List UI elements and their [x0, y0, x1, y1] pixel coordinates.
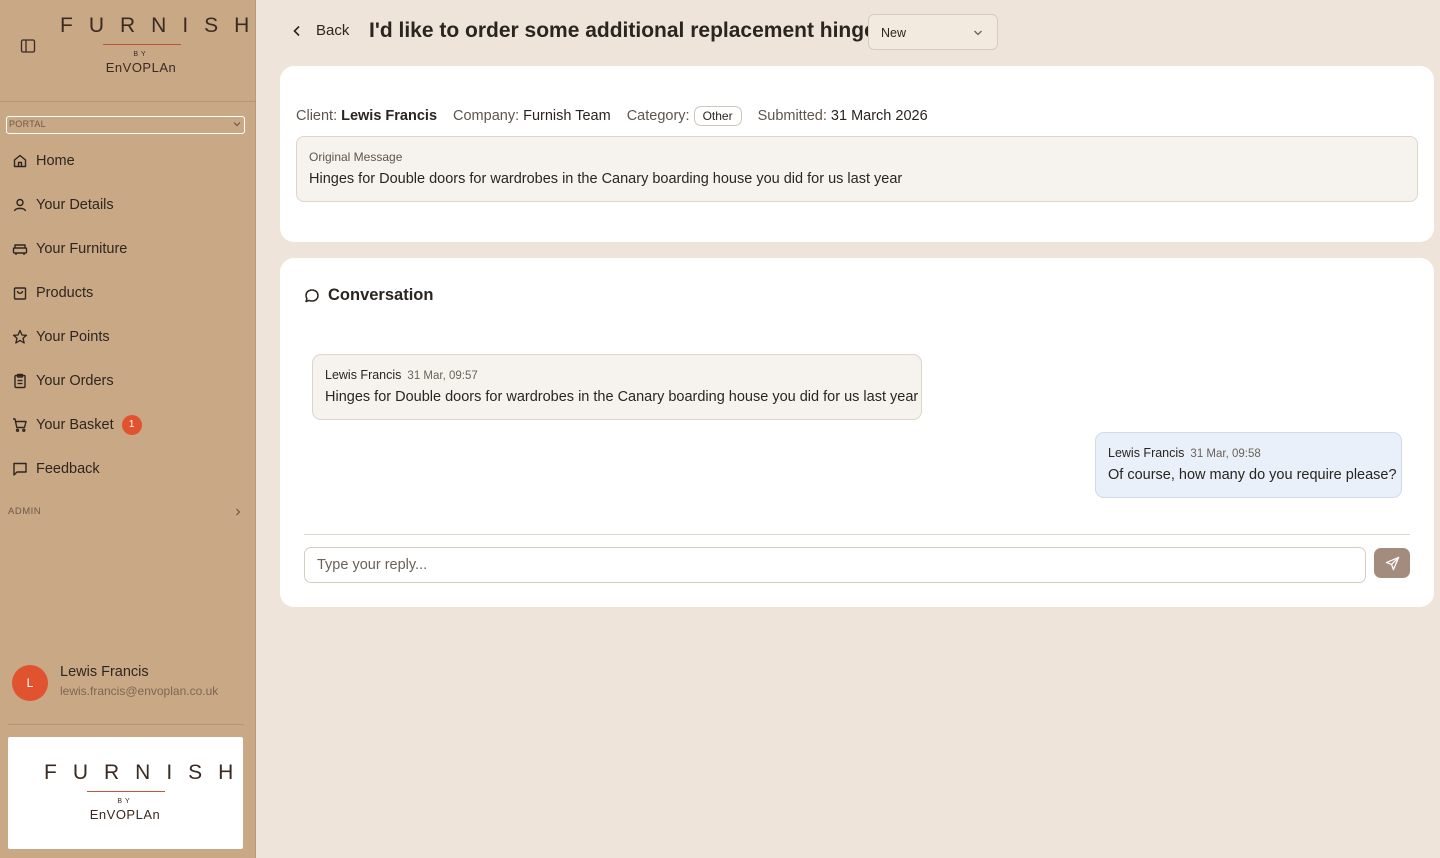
request-meta: Client: Lewis Francis Company: Furnish T… — [296, 106, 928, 126]
sidebar-item-feedback[interactable]: Feedback — [0, 447, 256, 491]
sidebar-item-your-basket[interactable]: Your Basket 1 — [0, 403, 256, 447]
submitted-label: Submitted: — [757, 108, 827, 124]
user-email: lewis.francis@envoplan.co.uk — [60, 684, 219, 698]
conversation-title: Conversation — [328, 286, 434, 304]
chevron-down-icon — [974, 30, 982, 36]
cart-icon — [13, 418, 27, 433]
brand-wordmark: FURNISH — [44, 761, 250, 784]
message-text: Of course, how many do you require pleas… — [1108, 467, 1397, 483]
message-bubble: Lewis Francis 31 Mar, 09:58 Of course, ho… — [1095, 432, 1402, 498]
user-name: Lewis Francis — [60, 664, 149, 680]
brand-logo: FURNISH BY EnVOPLAn — [34, 761, 250, 825]
sidebar-divider — [0, 101, 256, 102]
avatar: L — [12, 665, 48, 701]
sidebar-item-label: Home — [36, 153, 75, 169]
admin-section-toggle[interactable]: ADMIN — [8, 506, 244, 520]
message-time: 31 Mar, 09:57 — [407, 370, 478, 382]
conversation-divider — [304, 534, 1410, 535]
category-badge: Other — [693, 106, 742, 126]
request-details-card: Client: Lewis Francis Company: Furnish T… — [280, 66, 1434, 242]
brand-wordmark: FURNISH — [60, 14, 266, 37]
chevron-down-icon — [233, 122, 241, 127]
message-square-icon — [13, 462, 27, 476]
admin-label: ADMIN — [8, 506, 42, 517]
brand-logo[interactable]: FURNISH BY EnVOPLAn — [50, 14, 266, 78]
submitted-value: 31 March 2026 — [830, 108, 928, 124]
original-message-label: Original Message — [309, 150, 403, 164]
message-meta: Lewis Francis 31 Mar, 09:58 — [1108, 446, 1261, 460]
sidebar-item-your-points[interactable]: Your Points — [0, 315, 256, 359]
send-button[interactable] — [1374, 548, 1410, 578]
message-time: 31 Mar, 09:58 — [1190, 448, 1261, 460]
chevron-left-icon — [293, 25, 300, 36]
sidebar-item-label: Your Orders — [36, 373, 114, 389]
original-message-text: Hinges for Double doors for wardrobes in… — [309, 171, 903, 187]
brand-logo-card: FURNISH BY EnVOPLAn — [8, 737, 243, 849]
conversation-header: Conversation — [304, 286, 433, 305]
brand-by: BY — [117, 798, 133, 805]
conversation-card: Conversation Lewis Francis 31 Mar, 09:57 … — [280, 258, 1434, 607]
status-select-value: New — [881, 26, 907, 40]
client-label: Client: — [296, 108, 338, 124]
portal-select[interactable]: PORTAL — [6, 116, 245, 134]
brand-divider — [103, 44, 181, 45]
send-icon — [1385, 556, 1399, 570]
brand-sub: EnVOPLAn — [105, 60, 177, 75]
sidebar-item-label: Feedback — [36, 461, 100, 477]
sidebar-toggle-icon[interactable] — [20, 38, 36, 54]
user-icon — [13, 198, 27, 212]
brand-by: BY — [133, 51, 149, 58]
company-label: Company: — [453, 108, 520, 124]
message-author: Lewis Francis — [1108, 446, 1185, 460]
sidebar-item-label: Your Points — [36, 329, 110, 345]
brand-sub: EnVOPLAn — [89, 807, 161, 822]
page-header: Back I'd like to order some additional r… — [280, 14, 1020, 50]
message-text: Hinges for Double doors for wardrobes in… — [325, 389, 919, 405]
brand-divider — [87, 791, 165, 792]
portal-select-value: PORTAL — [9, 119, 46, 129]
sidebar: FURNISH BY EnVOPLAn PORTAL Home Your Det… — [0, 0, 256, 858]
sidebar-item-label: Your Furniture — [36, 241, 128, 257]
client-value: Lewis Francis — [341, 108, 438, 124]
sidebar-item-your-furniture[interactable]: Your Furniture — [0, 227, 256, 271]
sidebar-nav: Home Your Details Your Furniture Product… — [0, 139, 256, 491]
sidebar-item-your-orders[interactable]: Your Orders — [0, 359, 256, 403]
home-icon — [13, 154, 27, 168]
message-circle-icon — [305, 288, 319, 302]
page-title: I'd like to order some additional replac… — [369, 19, 888, 42]
message-author: Lewis Francis — [325, 368, 402, 382]
reply-input[interactable] — [304, 547, 1366, 583]
sidebar-item-label: Products — [36, 285, 94, 301]
message-bubble: Lewis Francis 31 Mar, 09:57 Hinges for Do… — [312, 354, 922, 420]
sidebar-divider — [8, 724, 244, 725]
back-label: Back — [316, 22, 350, 39]
company-value: Furnish Team — [523, 108, 611, 124]
original-message: Original Message Hinges for Double doors… — [296, 136, 1418, 202]
message-meta: Lewis Francis 31 Mar, 09:57 — [325, 368, 478, 382]
sidebar-item-your-details[interactable]: Your Details — [0, 183, 256, 227]
sidebar-item-home[interactable]: Home — [0, 139, 256, 183]
clipboard-icon — [14, 373, 26, 389]
basket-count-badge: 1 — [121, 415, 142, 435]
user-profile[interactable]: L Lewis Francis lewis.francis@envoplan.c… — [12, 662, 248, 702]
back-button[interactable]: Back — [290, 22, 349, 39]
sidebar-item-products[interactable]: Products — [0, 271, 256, 315]
star-icon — [12, 329, 28, 344]
shopping-bag-icon — [13, 287, 27, 300]
category-label: Category: — [626, 108, 690, 124]
sidebar-item-label: Your Basket — [36, 417, 114, 433]
status-select[interactable]: New — [868, 14, 998, 50]
sofa-icon — [12, 244, 28, 255]
chevron-right-icon — [236, 508, 241, 516]
sidebar-item-label: Your Details — [36, 197, 114, 213]
